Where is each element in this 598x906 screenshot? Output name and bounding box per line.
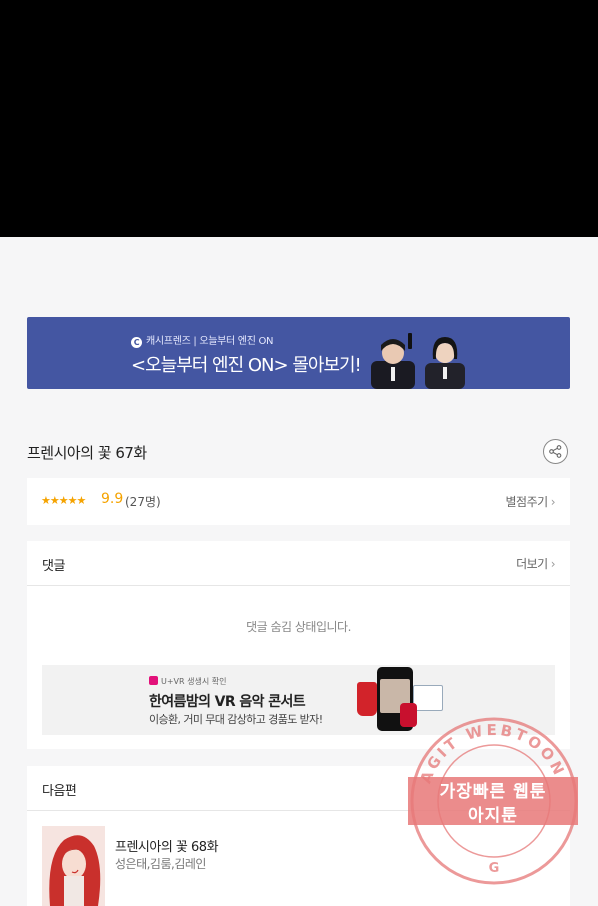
comments-header: 댓글 더보기 ›	[27, 541, 570, 586]
smartwatch-image	[400, 703, 417, 727]
banner-brand: C 캐시프렌즈 | 오늘부터 엔진 ON	[131, 332, 274, 348]
rating-score: 9.9	[101, 491, 124, 507]
next-episode-authors: 성은태,김룸,김레인	[115, 857, 206, 871]
comments-more-link[interactable]: 더보기 ›	[516, 555, 555, 572]
banner-brand-text: 캐시프렌즈 | 오늘부터 엔진 ON	[146, 336, 274, 347]
rate-button[interactable]: 별점주기 ›	[505, 493, 556, 510]
comments-card: 댓글 더보기 › 댓글 숨김 상태입니다. U+VR 생생시 확인 한여름밤의 V…	[27, 541, 570, 749]
chevron-right-icon: ›	[550, 495, 556, 509]
comments-more-label: 더보기	[516, 557, 548, 571]
ad-subtitle: 이승환, 거미 무대 감상하고 경품도 받자!	[149, 713, 323, 726]
gift-card-image	[413, 685, 443, 711]
comments-heading: 댓글	[42, 559, 65, 574]
comments-hidden-message: 댓글 숨김 상태입니다.	[246, 620, 351, 634]
rating-card: ★★★★★ 9.9 (27명) 별점주기 ›	[27, 478, 570, 525]
share-button[interactable]	[543, 439, 568, 464]
next-heading: 다음편	[42, 784, 77, 799]
next-episode-title[interactable]: 프렌시아의 꽃 68화	[115, 836, 219, 855]
ad-banner[interactable]: C 캐시프렌즈 | 오늘부터 엔진 ON <오늘부터 엔진 ON> 몰아보기!	[27, 317, 570, 389]
cashfriends-logo-icon: C	[131, 337, 142, 348]
coffee-cup-image	[357, 682, 377, 716]
rate-button-label: 별점주기	[505, 495, 549, 509]
banner-headline: <오늘부터 엔진 ON> 몰아보기!	[131, 355, 362, 376]
ad-tag-text: U+VR 생생시 확인	[161, 677, 227, 686]
ad-tag: U+VR 생생시 확인	[149, 676, 226, 687]
vr-concert-ad[interactable]: U+VR 생생시 확인 한여름밤의 VR 음악 콘서트 이승환, 거미 무대 감…	[42, 665, 555, 735]
next-episode-card: 다음편 프렌시아의 꽃 68화 성은태,김룸,김레인	[27, 766, 570, 906]
banner-man-figure	[371, 333, 415, 389]
thumbnail-art	[42, 826, 105, 906]
episode-title: 프렌시아의 꽃 67화	[27, 444, 147, 462]
banner-woman-figure	[425, 337, 465, 389]
next-header: 다음편	[27, 766, 570, 811]
uplus-logo-icon	[149, 676, 158, 685]
rating-count: (27명)	[125, 495, 161, 509]
star-rating-icon: ★★★★★	[41, 494, 86, 507]
share-icon	[549, 445, 562, 458]
next-episode-thumbnail[interactable]	[42, 826, 105, 906]
ad-title: 한여름밤의 VR 음악 콘서트	[149, 694, 306, 710]
video-area[interactable]	[0, 0, 598, 237]
chevron-right-icon: ›	[550, 557, 556, 571]
